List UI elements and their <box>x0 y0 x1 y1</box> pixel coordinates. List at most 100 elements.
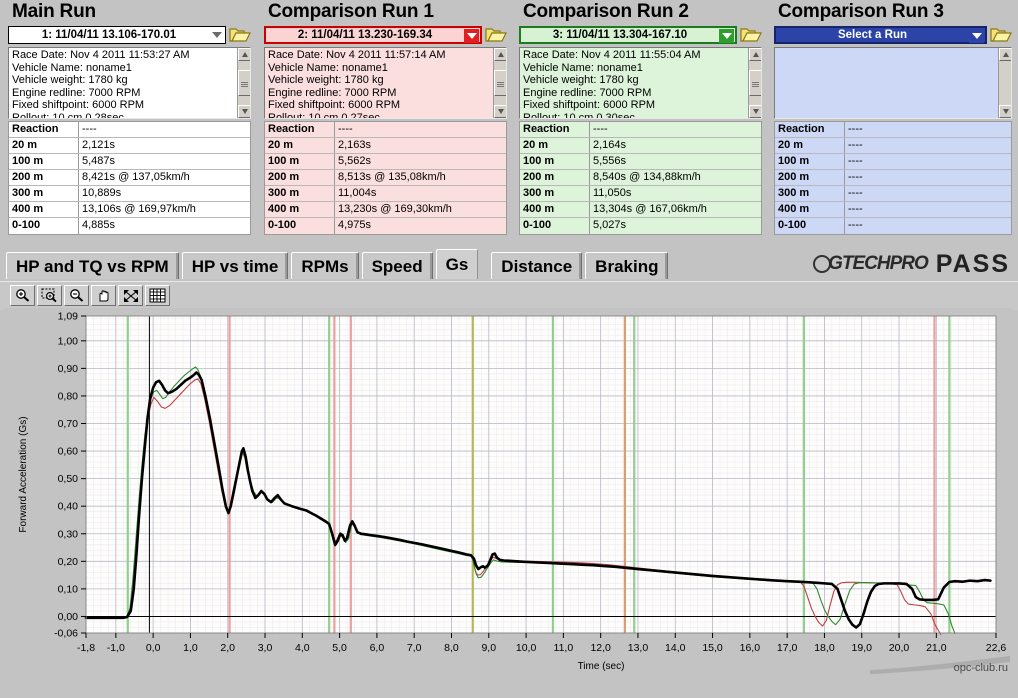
result-value: ---- <box>848 187 863 199</box>
result-label: 100 m <box>775 154 845 169</box>
result-value: 2,164s <box>593 139 627 151</box>
x-tick-label: 0,0 <box>146 642 161 654</box>
grid-toggle-icon[interactable] <box>145 285 170 306</box>
result-value: 13,304s @ 167,06km/h <box>593 203 707 215</box>
table-row: 100 m 5,487s <box>9 154 250 170</box>
result-value: ---- <box>848 139 863 151</box>
tab-rpms[interactable]: RPMs <box>291 252 359 279</box>
info-line: Vehicle weight: 1780 kg <box>268 74 384 87</box>
tab-hp-and-tq-vs-rpm[interactable]: HP and TQ vs RPM <box>6 252 179 279</box>
tab-gs[interactable]: Gs <box>435 249 479 279</box>
info-line: Fixed shiftpoint: 6000 RPM <box>523 99 656 112</box>
table-row: 20 m ---- <box>775 138 1011 154</box>
chevron-down-icon[interactable] <box>969 29 984 43</box>
scroll-up-icon[interactable] <box>999 48 1011 61</box>
chevron-down-icon[interactable] <box>209 28 224 42</box>
run-combo-comparison-3[interactable]: Select a Run <box>774 26 987 44</box>
y-tick-label: 0,30 <box>58 528 79 540</box>
run-combo-comparison-2[interactable]: 3: 11/04/11 13.304-167.10 <box>519 26 737 44</box>
y-tick-label: 0,50 <box>58 473 79 485</box>
info-scrollbar[interactable] <box>493 48 506 118</box>
info-line: Race Date: Nov 4 2011 11:53:27 AM <box>12 49 190 61</box>
y-tick-label: 0,00 <box>58 611 79 623</box>
table-row: 300 m 11,050s <box>520 186 761 202</box>
table-row: 200 m 8,421s @ 137,05km/h <box>9 170 250 186</box>
run-selector-row: Select a Run <box>774 25 1012 45</box>
open-folder-icon[interactable] <box>229 26 251 44</box>
info-line: Engine redline: 7000 RPM <box>268 86 397 99</box>
logo-brand: GTECHPRO <box>828 253 929 274</box>
x-axis: -1,8 -1,0 0,0 1,0 2,0 3,0 4,0 5,0 6,0 7,0 8,0 9,0 10… <box>77 633 1006 654</box>
table-row: 400 m 13,106s @ 169,97km/h <box>9 202 250 218</box>
info-scrollbar[interactable] <box>237 48 250 118</box>
x-tick-label: 14,0 <box>665 642 686 654</box>
scroll-up-icon[interactable] <box>238 48 250 61</box>
table-row: Reaction ---- <box>775 122 1011 138</box>
scroll-down-icon[interactable] <box>238 105 250 118</box>
table-row: 400 m 13,230s @ 169,30km/h <box>265 202 506 218</box>
scroll-down-icon[interactable] <box>749 105 761 118</box>
forward-acceleration-chart[interactable]: 1,09 1,00 0,90 0,80 0,70 0,60 0,50 0,40 0,30 0,20… <box>4 308 1012 676</box>
results-table: Reaction ---- 20 m 2,121s 100 m 5,487s 200 … <box>8 121 251 235</box>
y-tick-label: 0,90 <box>58 363 79 375</box>
y-tick-label: -0,06 <box>54 628 78 640</box>
scroll-down-icon[interactable] <box>999 105 1011 118</box>
result-label: 0-100 <box>775 218 845 234</box>
result-value: 4,975s <box>338 219 372 231</box>
scroll-thumb[interactable] <box>749 70 761 96</box>
tab-hp-vs-time[interactable]: HP vs time <box>181 252 289 279</box>
chevron-down-icon[interactable] <box>719 29 734 43</box>
y-axis: 1,09 1,00 0,90 0,80 0,70 0,60 0,50 0,40 0,30 0,20… <box>54 311 86 640</box>
scroll-thumb[interactable] <box>494 70 506 96</box>
result-value: 11,004s <box>338 187 377 199</box>
run-combo-value: Select a Run <box>837 29 908 41</box>
run-combo-comparison-1[interactable]: 2: 11/04/11 13.230-169.34 <box>264 26 482 44</box>
zoom-out-icon[interactable] <box>64 285 89 306</box>
open-folder-icon[interactable] <box>485 26 507 44</box>
result-value: 8,513s @ 135,08km/h <box>338 171 446 183</box>
table-row: 0-100 4,975s <box>265 218 506 234</box>
gs-chart-container: 1,09 1,00 0,90 0,80 0,70 0,60 0,50 0,40 0,30 0,20… <box>4 308 1012 676</box>
result-value: 10,889s <box>82 187 122 199</box>
info-line: Vehicle weight: 1780 kg <box>12 74 128 87</box>
y-tick-label: 0,70 <box>58 418 79 430</box>
info-scrollbar[interactable] <box>748 48 761 118</box>
scroll-down-icon[interactable] <box>494 105 506 118</box>
results-table: Reaction ---- 20 m 2,163s 100 m 5,562s 200 … <box>264 121 507 235</box>
table-row: 300 m 11,004s <box>265 186 506 202</box>
info-line: Rollout: 10 cm 0.28sec <box>12 111 124 119</box>
x-tick-label: 7,0 <box>407 642 422 654</box>
result-value: 4,885s <box>82 219 116 231</box>
info-line: Rollout: 10 cm 0.30sec <box>523 111 635 119</box>
open-folder-icon[interactable] <box>740 26 762 44</box>
run-combo-main[interactable]: 1: 11/04/11 13.106-170.01 <box>8 26 226 44</box>
result-label: 200 m <box>265 170 335 185</box>
table-row: 20 m 2,164s <box>520 138 761 154</box>
x-tick-label: 9,0 <box>481 642 496 654</box>
scroll-thumb[interactable] <box>238 70 250 96</box>
tab-speed[interactable]: Speed <box>361 252 433 279</box>
fit-screen-icon[interactable] <box>118 285 143 306</box>
table-row: 300 m ---- <box>775 186 1011 202</box>
zoom-in-icon[interactable] <box>10 285 35 306</box>
result-label: 300 m <box>520 186 590 201</box>
scroll-up-icon[interactable] <box>749 48 761 61</box>
table-row: 300 m 10,889s <box>9 186 250 202</box>
info-scrollbar[interactable] <box>998 48 1011 118</box>
tab-distance[interactable]: Distance <box>491 252 583 279</box>
result-label: Reaction <box>520 122 590 137</box>
run-combo-value: 3: 11/04/11 13.304-167.10 <box>552 29 688 41</box>
result-value: ---- <box>848 171 863 183</box>
result-label: 100 m <box>520 154 590 169</box>
tab-braking[interactable]: Braking <box>585 252 669 279</box>
table-row: 20 m 2,163s <box>265 138 506 154</box>
result-label: 20 m <box>775 138 845 153</box>
pan-hand-icon[interactable] <box>91 285 116 306</box>
table-row: Reaction ---- <box>265 122 506 138</box>
scroll-up-icon[interactable] <box>494 48 506 61</box>
open-folder-icon[interactable] <box>990 26 1012 44</box>
info-line: Race Date: Nov 4 2011 11:55:04 AM <box>523 49 701 61</box>
zoom-box-icon[interactable] <box>37 285 62 306</box>
x-tick-label: 10,0 <box>516 642 537 654</box>
chevron-down-icon[interactable] <box>464 29 479 43</box>
